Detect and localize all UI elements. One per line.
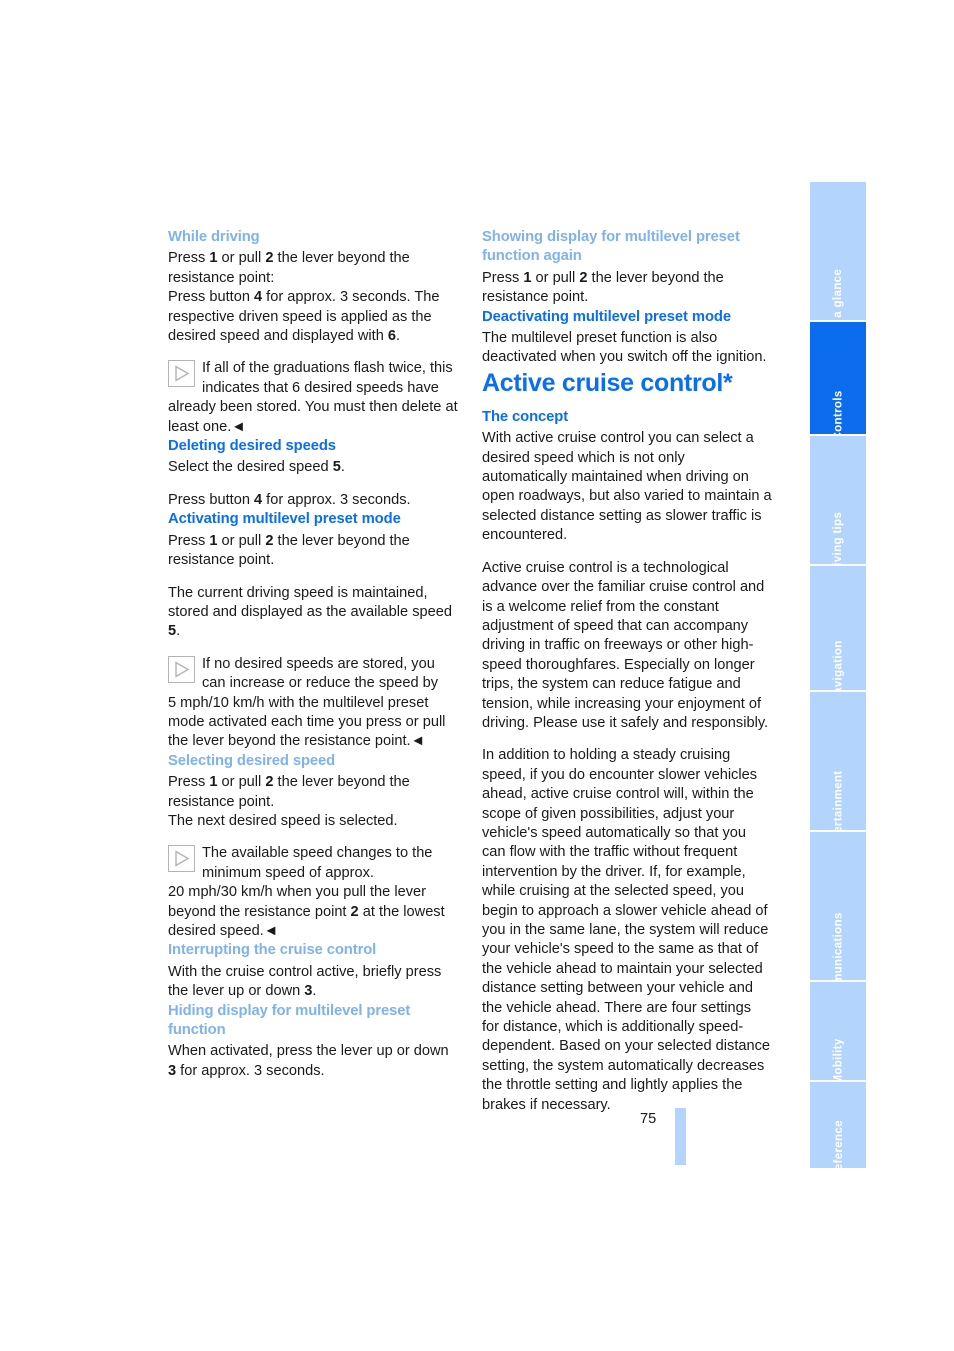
note-text: If all of the graduations flash twice, t… <box>168 360 458 435</box>
chapter-title: Active cruise control* <box>482 368 733 397</box>
note-text: If no desired speeds are stored, you can… <box>168 655 446 750</box>
chapter-tab-label: Mobility <box>831 1037 845 1085</box>
heading-deleting-desired-speeds: Deleting desired speeds <box>168 438 336 455</box>
note-text: The available speed changes to the minim… <box>168 845 445 939</box>
chapter-tab-reference[interactable]: Reference <box>810 1082 866 1178</box>
chapter-tab-driving-tips[interactable]: Driving tips <box>810 436 866 579</box>
chapter-tab-controls[interactable]: Controls <box>810 322 866 440</box>
note-selecting: The available speed changes to the minim… <box>168 844 458 941</box>
chapter-tab-label: Controls <box>831 389 845 441</box>
note-while-driving: If all of the graduations flash twice, t… <box>168 359 458 437</box>
paragraph-interrupting-1: With the cruise control active, briefly … <box>168 963 442 1000</box>
paragraph-hiding-1: When activated, press the lever up or do… <box>168 1043 449 1079</box>
chapter-tab-at-a-glance[interactable]: At a glance <box>810 182 866 334</box>
heading-while-driving: While driving <box>168 229 260 245</box>
play-triangle-icon <box>168 360 195 388</box>
chapter-tab-entertainment[interactable]: Entertainment <box>810 692 866 852</box>
paragraph-deactivating-1: The multilevel preset function is also d… <box>482 330 767 366</box>
paragraph-selecting-1: Press 1 or pull 2 the lever beyond the r… <box>168 774 410 829</box>
chapter-tab-mobility[interactable]: Mobility <box>810 982 866 1085</box>
paragraph-showing-1: Press 1 or pull 2 the lever beyond the r… <box>482 269 724 306</box>
heading-showing-display: Showing display for multilevel preset fu… <box>482 229 740 265</box>
note-activating: If no desired speeds are stored, you can… <box>168 655 458 752</box>
paragraph-activating-2: The current driving speed is maintained,… <box>168 584 452 640</box>
paragraph-activating-1: Press 1 or pull 2 the lever beyond the r… <box>168 532 410 569</box>
chapter-tab-label: Reference <box>831 1119 845 1179</box>
left-text-column: While driving Press 1 or pull 2 the leve… <box>168 228 458 1081</box>
paragraph-concept-2: Active cruise control is a technological… <box>482 559 769 731</box>
paragraph-concept-3: In addition to holding a steady cruising… <box>482 747 771 1113</box>
heading-interrupting-cruise-control: Interrupting the cruise control <box>168 942 377 959</box>
play-triangle-icon <box>168 655 195 683</box>
chapter-tab-navigation[interactable]: Navigation <box>810 566 866 702</box>
folio-accent-bar <box>675 1108 686 1165</box>
heading-hiding-display: Hiding display for multilevel preset fun… <box>168 1002 411 1039</box>
paragraph-deleting-1: Select the desired speed 5. <box>168 459 345 476</box>
paragraph-concept-1: With active cruise control you can selec… <box>482 430 772 544</box>
heading-selecting-desired-speed: Selecting desired speed <box>168 752 336 769</box>
right-text-column: Showing display for multilevel preset fu… <box>482 228 772 1115</box>
chapter-tab-rail: At a glance Controls Driving tips Navigatio… <box>810 182 866 1178</box>
chapter-tab-communications[interactable]: Communications <box>810 832 866 1010</box>
heading-the-concept: The concept <box>482 408 569 425</box>
page-number: 75 <box>640 1111 657 1127</box>
manual-page: While driving Press 1 or pull 2 the leve… <box>0 0 954 1351</box>
paragraph-while-driving-1: Press 1 or pull 2 the lever beyond the r… <box>168 250 440 345</box>
play-triangle-icon <box>168 845 195 873</box>
heading-deactivating-multilevel-preset-mode: Deactivating multilevel preset mode <box>482 308 731 325</box>
paragraph-deleting-2: Press button 4 for approx. 3 seconds. <box>168 491 411 508</box>
heading-activating-multilevel-preset-mode: Activating multilevel preset mode <box>168 511 401 528</box>
